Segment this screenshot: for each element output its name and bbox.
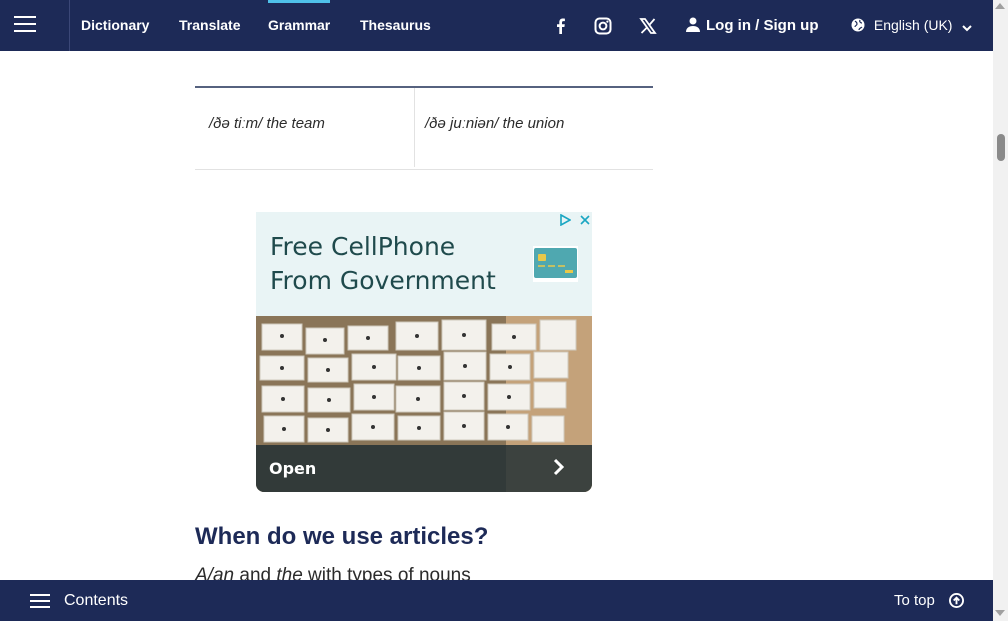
ad-header: Free CellPhone From Government [256, 212, 592, 316]
pronunciation: /ðə tiːm/ [209, 115, 263, 132]
ad-open-label: Open [269, 459, 317, 478]
ad-headline-line2: From Government [270, 266, 496, 295]
bottom-bar: Contents To top [0, 580, 993, 621]
table-cell: /ðə juːniən/ the union [415, 88, 663, 167]
ad-headline: Free CellPhone From Government [270, 230, 520, 298]
ad-choices[interactable] [559, 213, 591, 229]
pronunciation-table: /ðə tiːm/ the team /ðə juːniən/ the unio… [195, 86, 653, 170]
page-scrollbar[interactable] [993, 0, 1008, 621]
credit-card-icon [533, 246, 578, 282]
login-signup-link[interactable]: Log in / Sign up [686, 0, 818, 51]
facebook-icon[interactable] [551, 16, 571, 36]
chevron-down-icon [962, 25, 973, 32]
login-label: Log in / Sign up [706, 17, 819, 34]
user-icon [686, 17, 700, 32]
example-word: the union [502, 115, 565, 132]
x-icon[interactable] [638, 16, 658, 36]
nav-link-dictionary[interactable]: Dictionary [81, 0, 149, 51]
instagram-icon[interactable] [593, 16, 613, 36]
table-cell: /ðə tiːm/ the team [195, 88, 415, 167]
ad-close-icon[interactable] [579, 214, 591, 226]
scroll-up-arrow[interactable] [995, 3, 1005, 9]
advertisement[interactable]: Free CellPhone From Government Open [256, 212, 592, 492]
contents-label: Contents [64, 592, 129, 609]
nav-divider [69, 0, 70, 51]
ad-open-button[interactable]: Open [256, 445, 592, 492]
to-top-button[interactable]: To top [894, 580, 965, 621]
ad-choices-icon[interactable] [559, 213, 572, 227]
example-word: the team [266, 115, 325, 132]
pronunciation: /ðə juːniən/ [425, 115, 499, 132]
menu-icon[interactable] [14, 16, 36, 34]
list-icon [30, 590, 50, 612]
nav-link-grammar[interactable]: Grammar [268, 0, 331, 51]
scrollbar-thumb[interactable] [997, 134, 1005, 161]
nav-link-translate[interactable]: Translate [179, 0, 240, 51]
language-label: English (UK) [873, 17, 953, 33]
to-top-label: To top [894, 592, 935, 609]
top-navigation-bar: Dictionary Translate Grammar Thesaurus L… [0, 0, 993, 51]
nav-link-thesaurus[interactable]: Thesaurus [360, 0, 431, 51]
contents-button[interactable]: Contents [30, 580, 128, 621]
globe-icon [851, 18, 865, 32]
ad-headline-line1: Free CellPhone [270, 232, 456, 261]
chevron-right-icon [553, 458, 565, 476]
scroll-down-arrow[interactable] [995, 610, 1005, 616]
section-heading: When do we use articles? [195, 523, 489, 550]
arrow-up-circle-icon [949, 593, 965, 608]
language-selector[interactable]: English (UK) [851, 0, 973, 51]
